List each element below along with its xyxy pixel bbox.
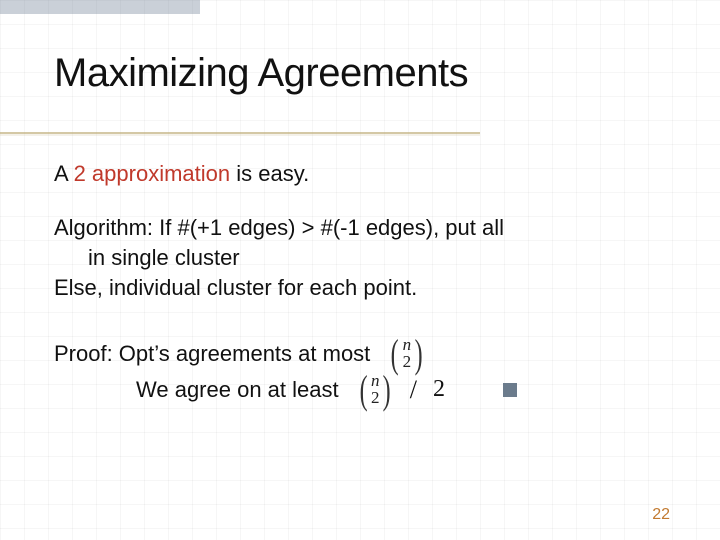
right-paren-icon: ) bbox=[415, 337, 423, 371]
slide-body: A 2 approximation is easy. Algorithm: If… bbox=[54, 160, 666, 407]
intro-suffix: is easy. bbox=[230, 161, 309, 186]
left-paren-icon: ( bbox=[391, 337, 399, 371]
binomial-n-choose-2: ( n 2 ) bbox=[388, 337, 425, 371]
intro-line: A 2 approximation is easy. bbox=[54, 160, 666, 188]
proof-block: Proof: Opt’s agreements at most ( n 2 ) … bbox=[54, 337, 666, 407]
slide-title: Maximizing Agreements bbox=[54, 52, 666, 94]
proof-line-2: We agree on at least ( n 2 ) / 2 bbox=[54, 373, 666, 407]
division-slash: / bbox=[406, 373, 421, 406]
proof-text-2: We agree on at least bbox=[136, 376, 339, 404]
intro-highlight: 2 approximation bbox=[74, 161, 231, 186]
right-paren-icon: ) bbox=[383, 373, 391, 407]
left-paren-icon: ( bbox=[359, 373, 367, 407]
slide: Maximizing Agreements A 2 approximation … bbox=[0, 0, 720, 540]
page-number: 22 bbox=[652, 506, 670, 524]
proof-line-1: Proof: Opt’s agreements at most ( n 2 ) bbox=[54, 337, 666, 371]
intro-prefix: A bbox=[54, 161, 74, 186]
algorithm-line-3: Else, individual cluster for each point. bbox=[54, 274, 666, 302]
algorithm-line-1: Algorithm: If #(+1 edges) > #(-1 edges),… bbox=[54, 214, 666, 242]
algorithm-line-2: in single cluster bbox=[54, 244, 666, 272]
qed-icon bbox=[503, 383, 517, 397]
binom-bottom: 2 bbox=[371, 390, 380, 406]
divide-by-value: 2 bbox=[433, 374, 445, 405]
proof-text-1: Proof: Opt’s agreements at most bbox=[54, 340, 370, 368]
binom-bottom: 2 bbox=[403, 354, 412, 370]
binomial-n-choose-2-half: ( n 2 ) bbox=[357, 373, 394, 407]
title-underline bbox=[0, 132, 480, 134]
header-accent-bar bbox=[0, 0, 200, 14]
